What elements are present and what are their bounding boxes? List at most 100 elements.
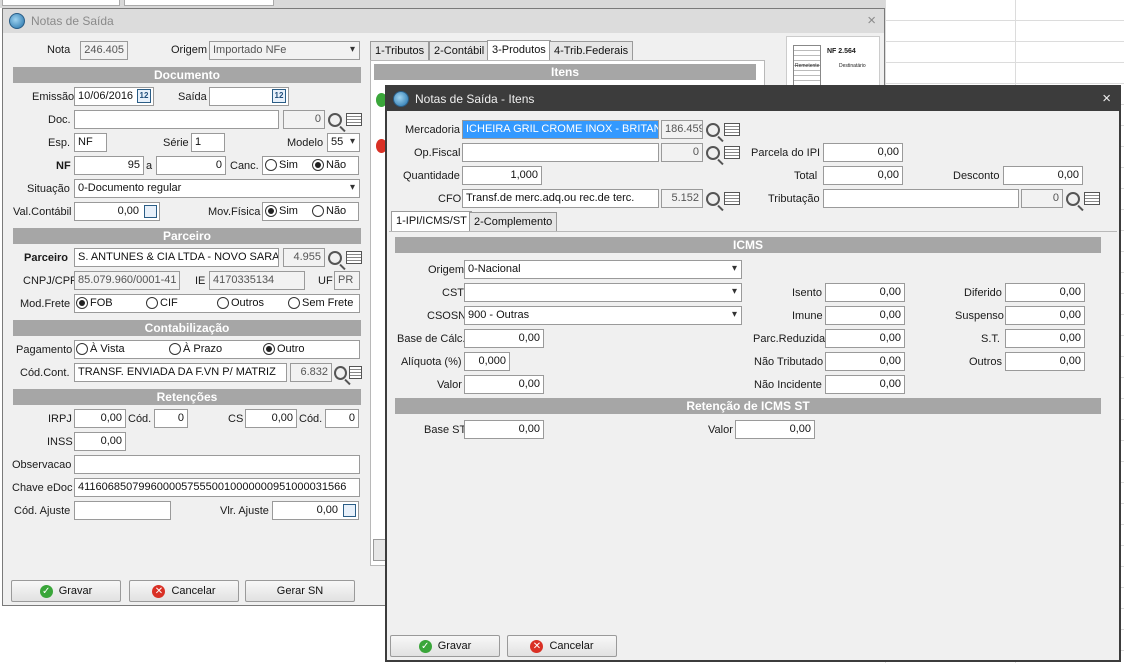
frete-outros-radio[interactable]: Outros — [217, 297, 264, 309]
outros-field[interactable]: 0,00 — [1005, 352, 1085, 371]
canc-sim-radio[interactable]: Sim — [265, 159, 298, 171]
opfiscal-code-field[interactable]: 0 — [661, 143, 703, 162]
naoinc-field[interactable]: 0,00 — [825, 375, 905, 394]
list-icon — [724, 146, 740, 159]
csosn-select[interactable]: 900 - Outras — [464, 306, 742, 325]
gerar-sn-button[interactable]: Gerar SN — [245, 580, 355, 602]
pagamento-aprazo-radio[interactable]: À Prazo — [169, 343, 222, 355]
parcelaipi-field[interactable]: 0,00 — [823, 143, 903, 162]
basest-field[interactable]: 0,00 — [464, 420, 544, 439]
frete-semfrete-radio[interactable]: Sem Frete — [288, 297, 353, 309]
list-icon — [349, 366, 362, 379]
tributacao-field[interactable] — [823, 189, 1019, 208]
tab-complemento[interactable]: 2-Complemento — [469, 212, 558, 231]
origem-select[interactable]: 0-Nacional — [464, 260, 742, 279]
observacao-field[interactable] — [74, 455, 360, 474]
frete-cif-radio[interactable]: CIF — [146, 297, 178, 309]
desconto-field[interactable]: 0,00 — [1003, 166, 1083, 185]
naotrib-field[interactable]: 0,00 — [825, 352, 905, 371]
nf-field[interactable]: 95 — [74, 156, 144, 175]
cst-label: CST — [442, 287, 464, 299]
mercadoria-lookup[interactable] — [704, 120, 740, 139]
pagamento-avista-radio[interactable]: À Vista — [76, 343, 125, 355]
cancelar-button[interactable]: ✕ Cancelar — [507, 635, 617, 657]
doc-lookup[interactable] — [326, 110, 362, 129]
total-field[interactable]: 0,00 — [823, 166, 903, 185]
imune-field[interactable]: 0,00 — [825, 306, 905, 325]
modelo-select[interactable]: 55 — [327, 133, 360, 152]
codcont-field[interactable]: TRANSF. ENVIADA DA F.VN P/ MATRIZ — [74, 363, 287, 382]
calculator-icon[interactable] — [343, 504, 356, 517]
calculator-icon[interactable] — [144, 205, 157, 218]
gravar-button[interactable]: ✓ Gravar — [11, 580, 121, 602]
inss-field[interactable]: 0,00 — [74, 432, 126, 451]
cst-select[interactable] — [464, 283, 742, 302]
vlrajuste-label: Vlr. Ajuste — [220, 505, 269, 517]
chave-field[interactable]: 4116068507996000057555001000000095100003… — [74, 478, 360, 497]
uf-label: UF — [318, 275, 333, 287]
tributacao-code-field[interactable]: 0 — [1021, 189, 1063, 208]
cfo-code-field[interactable]: 5.152 — [661, 189, 703, 208]
cfo-lookup[interactable] — [704, 189, 740, 208]
doc-field[interactable] — [74, 110, 279, 129]
thumb-nf-label: NF 2.564 — [827, 48, 856, 55]
gravar-button[interactable]: ✓ Gravar — [390, 635, 500, 657]
cnpj-field[interactable]: 85.079.960/0001-41 — [74, 271, 180, 290]
tributacao-lookup[interactable] — [1064, 189, 1100, 208]
uf-field[interactable]: PR — [334, 271, 360, 290]
diferido-field[interactable]: 0,00 — [1005, 283, 1085, 302]
parceiro-field[interactable]: S. ANTUNES & CIA LTDA - NOVO SARAND — [74, 248, 279, 267]
nf-to-field[interactable]: 0 — [156, 156, 226, 175]
esp-label: Esp. — [48, 137, 71, 149]
irpj-field[interactable]: 0,00 — [74, 409, 126, 428]
tab-ipi-icms-st[interactable]: 1-IPI/ICMS/ST — [391, 211, 472, 232]
parceiro-lookup[interactable] — [326, 248, 362, 267]
cfo-field[interactable]: Transf.de merc.adq.ou rec.de terc. — [462, 189, 659, 208]
opfiscal-lookup[interactable] — [704, 143, 740, 162]
aliquota-field[interactable]: 0,000 — [464, 352, 510, 371]
cancelar-button[interactable]: ✕ Cancelar — [129, 580, 239, 602]
codcont-code-field[interactable]: 6.832 — [290, 363, 332, 382]
close-icon[interactable]: × — [1102, 90, 1111, 107]
calendar-icon[interactable]: 12 — [272, 89, 286, 103]
situacao-select[interactable]: 0-Documento regular — [74, 179, 360, 198]
opfiscal-field[interactable] — [462, 143, 659, 162]
cs-cod-field[interactable]: 0 — [325, 409, 359, 428]
suspenso-field[interactable]: 0,00 — [1005, 306, 1085, 325]
movfisica-label: Mov.Física — [208, 206, 261, 218]
observacao-label: Observacao — [12, 459, 72, 471]
parceiro-code-field[interactable]: 4.955 — [283, 248, 325, 267]
tab-contabil[interactable]: 2-Contábil — [429, 41, 490, 60]
tab-trib-federais[interactable]: 4-Trib.Federais — [549, 41, 634, 60]
basecalc-field[interactable]: 0,00 — [464, 329, 544, 348]
nota-field[interactable]: 246.405 — [80, 41, 128, 60]
tab-produtos[interactable]: 3-Produtos — [487, 40, 551, 61]
st-field[interactable]: 0,00 — [1005, 329, 1085, 348]
basecalc-label: Base de Cálc. — [397, 333, 466, 345]
cs-field[interactable]: 0,00 — [245, 409, 297, 428]
esp-field[interactable]: NF — [74, 133, 107, 152]
movfisica-sim-radio[interactable]: Sim — [265, 205, 298, 217]
pagamento-outro-radio[interactable]: Outro — [263, 343, 305, 355]
codajuste-field[interactable] — [74, 501, 171, 520]
mercadoria-code-field[interactable]: 186.459 — [661, 120, 703, 139]
isento-field[interactable]: 0,00 — [825, 283, 905, 302]
doc-code-field[interactable]: 0 — [283, 110, 325, 129]
movfisica-nao-radio[interactable]: Não — [312, 205, 346, 217]
quantidade-field[interactable]: 1,000 — [462, 166, 542, 185]
close-icon[interactable]: × — [867, 12, 876, 29]
valor-field[interactable]: 0,00 — [464, 375, 544, 394]
valorst-field[interactable]: 0,00 — [735, 420, 815, 439]
codcont-lookup[interactable] — [332, 363, 362, 382]
calendar-icon[interactable]: 12 — [137, 89, 151, 103]
background-tab — [124, 0, 274, 6]
origem-select[interactable]: Importado NFe — [209, 41, 360, 60]
canc-nao-radio[interactable]: Não — [312, 159, 346, 171]
irpj-cod-field[interactable]: 0 — [154, 409, 188, 428]
tab-tributos[interactable]: 1-Tributos — [370, 41, 430, 60]
parcred-field[interactable]: 0,00 — [825, 329, 905, 348]
frete-fob-radio[interactable]: FOB — [76, 297, 113, 309]
ie-field[interactable]: 4170335134 — [209, 271, 305, 290]
mercadoria-field[interactable]: ICHEIRA GRIL CROME INOX - BRITANIA — [462, 120, 659, 139]
serie-field[interactable]: 1 — [191, 133, 225, 152]
